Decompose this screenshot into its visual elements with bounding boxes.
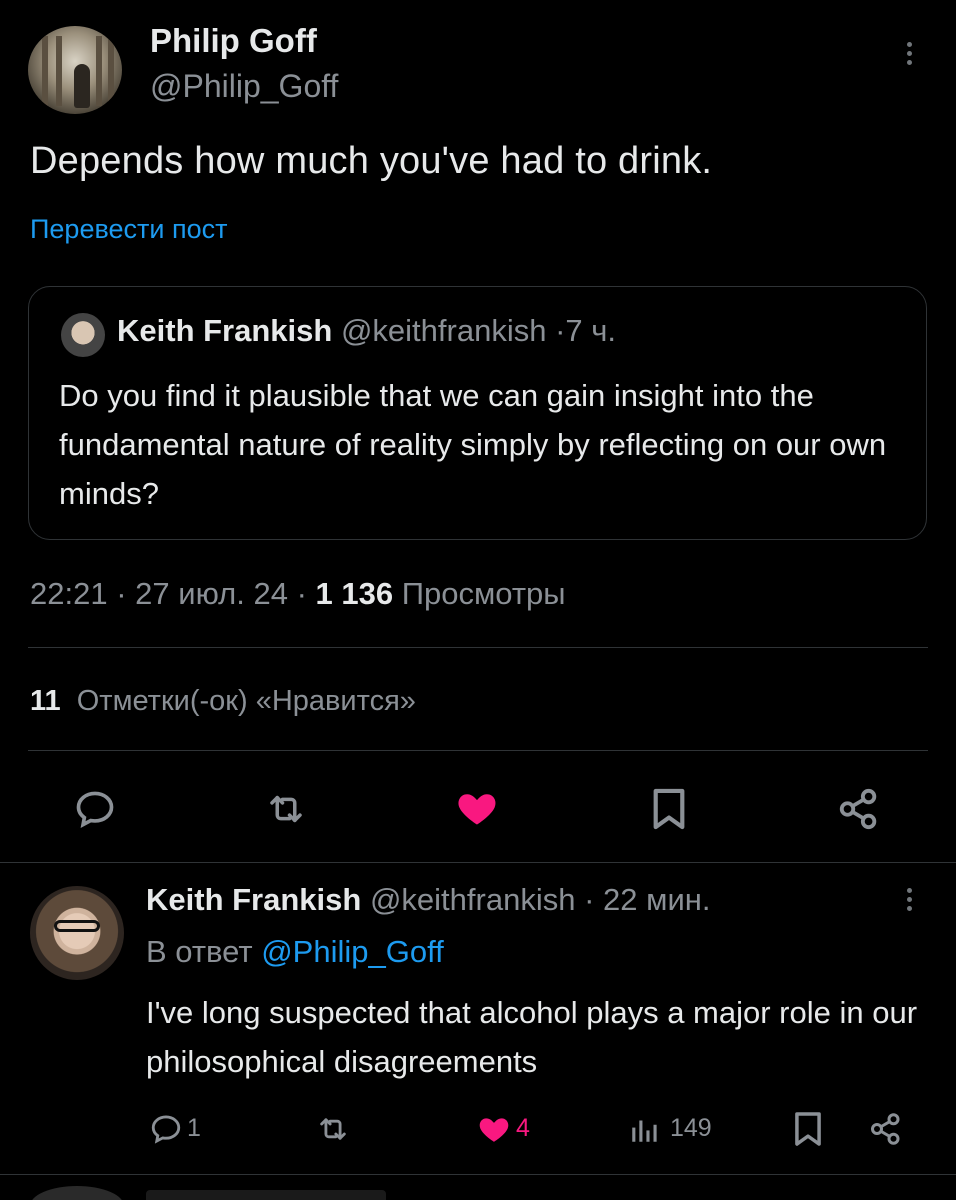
- share-icon: [839, 788, 877, 830]
- more-options-icon[interactable]: [895, 38, 923, 78]
- comment-icon: [76, 791, 114, 828]
- post-time[interactable]: 22:21: [30, 576, 108, 611]
- reply-author-handle[interactable]: @keithfrankish: [370, 882, 576, 917]
- author-handle[interactable]: @Philip_Goff: [150, 68, 338, 105]
- reply-replies-count: 1: [187, 1114, 201, 1142]
- reply-views-button[interactable]: [628, 1112, 662, 1146]
- bar-chart-icon: [632, 1120, 657, 1142]
- reply-author-name[interactable]: Keith Frankish: [146, 882, 361, 917]
- reply-header: Keith Frankish @keithfrankish · 22 мин.: [146, 882, 711, 918]
- reply-share-button[interactable]: [868, 1110, 904, 1148]
- quote-text: Do you find it plausible that we can gai…: [59, 378, 887, 511]
- views-label: Просмотры: [401, 576, 566, 611]
- post-date[interactable]: 27 июл. 24: [135, 576, 288, 611]
- quote-author-name: Keith Frankish: [117, 313, 333, 348]
- reply-like-button[interactable]: [475, 1112, 513, 1146]
- separator-dot: ·: [555, 313, 566, 348]
- repost-button[interactable]: [262, 788, 310, 830]
- likes-count: 11: [30, 685, 61, 717]
- divider: [28, 750, 928, 751]
- divider: [0, 862, 956, 863]
- reply-to-handle[interactable]: @Philip_Goff: [261, 934, 444, 969]
- bookmark-icon: [795, 1112, 821, 1146]
- quoted-post-card[interactable]: Keith Frankish @keithfrankish ·7 ч. Do y…: [28, 286, 927, 540]
- reply-text: I've long suspected that alcohol plays a…: [146, 995, 918, 1079]
- likes-summary[interactable]: 11 Отметки(-ок) «Нравится»: [30, 685, 416, 718]
- author-avatar[interactable]: [28, 26, 122, 114]
- next-reply-header: [146, 1190, 386, 1200]
- next-reply-avatar[interactable]: [30, 1186, 124, 1200]
- divider: [0, 1174, 956, 1175]
- reply-bookmark-button[interactable]: [792, 1110, 824, 1148]
- likes-label: Отметки(-ок) «Нравится»: [76, 685, 416, 717]
- quote-header: Keith Frankish @keithfrankish ·7 ч.: [117, 313, 616, 349]
- share-button[interactable]: [836, 786, 882, 832]
- author-name[interactable]: Philip Goff: [150, 22, 317, 60]
- heart-icon: [458, 794, 496, 825]
- reply-more-options-icon[interactable]: [895, 884, 923, 924]
- reply-author-avatar[interactable]: [30, 886, 124, 980]
- reply-button[interactable]: [73, 787, 117, 831]
- quote-author-avatar: [61, 313, 105, 357]
- reply-time[interactable]: 22 мин.: [603, 882, 710, 917]
- post-meta: 22:21 · 27 июл. 24 · 1 136 Просмотры: [30, 576, 566, 612]
- reply-views-count: 149: [670, 1114, 712, 1142]
- heart-icon: [479, 1118, 509, 1142]
- divider: [28, 647, 928, 648]
- reply-repost-button[interactable]: [314, 1112, 352, 1146]
- reply-reply-button[interactable]: [148, 1112, 184, 1146]
- separator-dot: ·: [116, 576, 127, 611]
- reply-to-label: В ответ: [146, 934, 253, 969]
- separator-dot: ·: [584, 882, 595, 917]
- quote-author-handle: @keithfrankish: [340, 313, 547, 348]
- repost-icon: [270, 795, 302, 823]
- reply-likes-count: 4: [516, 1114, 530, 1142]
- translate-post-link[interactable]: Перевести пост: [30, 214, 227, 245]
- post-text: Depends how much you've had to drink.: [30, 140, 713, 182]
- like-button[interactable]: [454, 786, 500, 830]
- repost-icon: [320, 1118, 346, 1140]
- bookmark-button[interactable]: [650, 786, 688, 832]
- quote-time: 7 ч.: [565, 313, 617, 348]
- separator-dot: ·: [296, 576, 307, 611]
- share-icon: [871, 1113, 900, 1145]
- views-count: 1 136: [315, 576, 394, 611]
- comment-icon: [151, 1115, 181, 1144]
- reply-to-line: В ответ @Philip_Goff: [146, 934, 444, 970]
- bookmark-icon: [653, 788, 685, 830]
- tweet-detail-page: Philip Goff @Philip_Goff Depends how muc…: [0, 0, 956, 1200]
